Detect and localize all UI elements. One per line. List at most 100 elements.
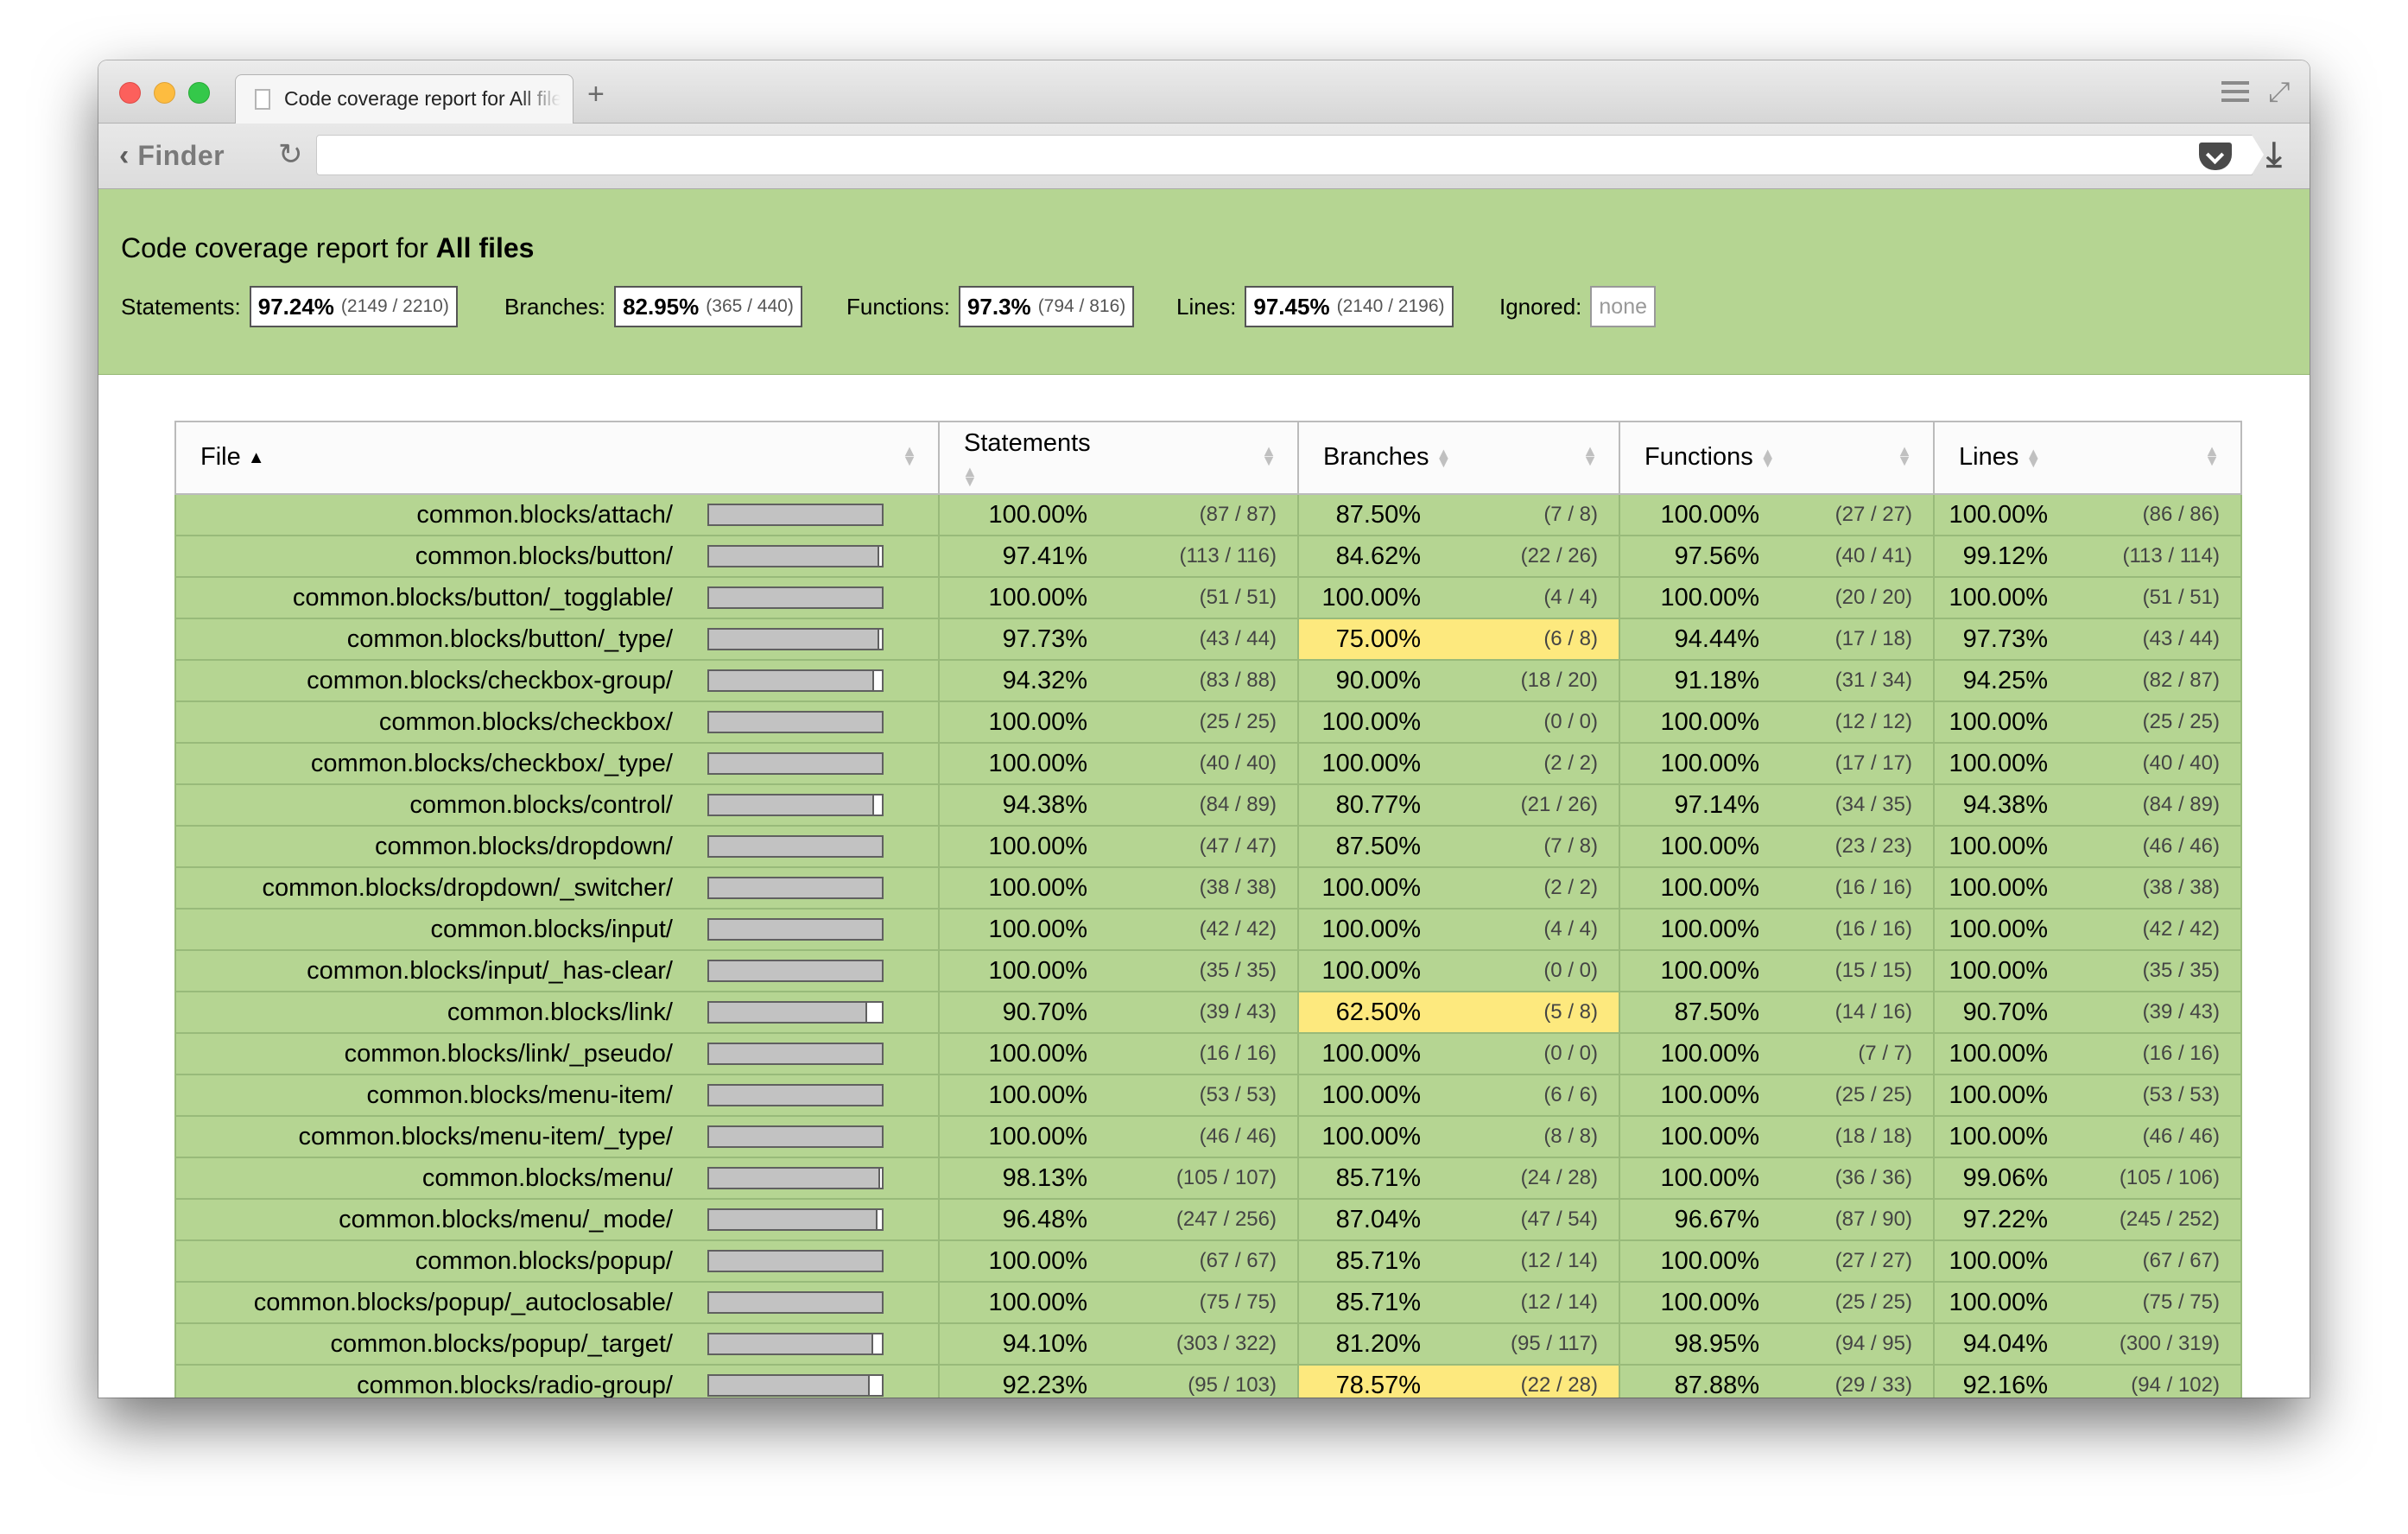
table-row: common.blocks/popup/_target/94.10% (303 /…	[174, 1322, 2242, 1366]
coverage-bar-fill	[709, 630, 879, 649]
lines-count: (35 / 35)	[2077, 949, 2242, 992]
table-row: common.blocks/checkbox/_type/100.00% (40 …	[174, 742, 2242, 785]
header-functions[interactable]: Functions ▲ ▼ ▲ ▼	[1619, 421, 1935, 495]
close-window-button[interactable]	[119, 82, 141, 104]
functions-count: (25 / 25)	[1789, 1281, 1935, 1324]
file-link[interactable]: common.blocks/link/_pseudo/	[174, 1032, 700, 1075]
file-link[interactable]: common.blocks/checkbox/	[174, 700, 700, 744]
lines-pct: 99.12%	[1933, 535, 2077, 578]
file-link[interactable]: common.blocks/button/_type/	[174, 618, 700, 661]
lines-pct: 100.00%	[1933, 700, 2077, 744]
branches-count: (2 / 2)	[1450, 866, 1620, 910]
download-icon[interactable]: ⤓	[2266, 136, 2282, 174]
lines-pct: 99.06%	[1933, 1157, 2077, 1200]
coverage-bar-cell	[700, 991, 940, 1034]
file-link[interactable]: common.blocks/input/	[174, 908, 700, 951]
lines-count: (39 / 43)	[2077, 991, 2242, 1034]
branches-count: (0 / 0)	[1450, 949, 1620, 992]
summary-box: 97.3% (794 / 816)	[958, 286, 1135, 327]
file-link[interactable]: common.blocks/menu/_mode/	[174, 1198, 700, 1241]
address-bar[interactable]	[316, 135, 2264, 175]
statements-count: (67 / 67)	[1117, 1239, 1299, 1283]
file-link[interactable]: common.blocks/checkbox/_type/	[174, 742, 700, 785]
coverage-bar	[707, 1208, 884, 1231]
browser-tab[interactable]: Code coverage report for All files	[235, 74, 573, 124]
sort-icon: ▲ ▼	[902, 442, 917, 469]
lines-pct: 92.16%	[1933, 1364, 2077, 1398]
coverage-bar-fill	[709, 961, 882, 980]
reload-icon[interactable]: ↻	[278, 137, 303, 172]
functions-pct: 91.18%	[1619, 659, 1789, 702]
summary-box: 82.95% (365 / 440)	[614, 286, 802, 327]
lines-count: (53 / 53)	[2077, 1074, 2242, 1117]
table-row: common.blocks/checkbox-group/94.32% (83 /…	[174, 659, 2242, 702]
branches-count: (47 / 54)	[1450, 1198, 1620, 1241]
coverage-bar	[707, 669, 884, 692]
file-link[interactable]: common.blocks/popup/_autoclosable/	[174, 1281, 700, 1324]
table-row: common.blocks/link/_pseudo/100.00% (16 / …	[174, 1032, 2242, 1075]
file-link[interactable]: common.blocks/dropdown/	[174, 825, 700, 868]
coverage-bar-cell	[700, 535, 940, 578]
statements-pct: 100.00%	[938, 1074, 1117, 1117]
functions-pct: 100.00%	[1619, 576, 1789, 619]
file-link[interactable]: common.blocks/button/	[174, 535, 700, 578]
branches-count: (12 / 14)	[1450, 1239, 1620, 1283]
coverage-bar	[707, 877, 884, 899]
statements-count: (75 / 75)	[1117, 1281, 1299, 1324]
functions-count: (15 / 15)	[1789, 949, 1935, 992]
statements-pct: 94.38%	[938, 783, 1117, 827]
fullscreen-icon[interactable]: ⤢	[2268, 76, 2291, 109]
file-link[interactable]: common.blocks/menu-item/_type/	[174, 1115, 700, 1158]
header-statements[interactable]: Statements ▲ ▼ ▲ ▼	[938, 421, 1299, 495]
page-title-scope: All files	[435, 232, 535, 263]
statements-pct: 97.41%	[938, 535, 1117, 578]
coverage-bar	[707, 1001, 884, 1024]
minimize-window-button[interactable]	[154, 82, 175, 104]
coverage-bar	[707, 1084, 884, 1106]
file-link[interactable]: common.blocks/popup/	[174, 1239, 700, 1283]
hamburger-menu-icon[interactable]	[2221, 81, 2249, 102]
coverage-bar-fill	[709, 713, 882, 732]
coverage-bar-fill	[709, 1169, 880, 1188]
file-link[interactable]: common.blocks/button/_togglable/	[174, 576, 700, 619]
statements-pct: 100.00%	[938, 866, 1117, 910]
file-link[interactable]: common.blocks/link/	[174, 991, 700, 1034]
file-link[interactable]: common.blocks/popup/_target/	[174, 1322, 700, 1366]
sort-icon: ▲ ▼	[1435, 445, 1452, 472]
coverage-bar-cell	[700, 1322, 940, 1366]
statements-count: (25 / 25)	[1117, 700, 1299, 744]
file-link[interactable]: common.blocks/checkbox-group/	[174, 659, 700, 702]
file-link[interactable]: common.blocks/control/	[174, 783, 700, 827]
back-button[interactable]: ‹ Finder	[119, 139, 225, 172]
file-link[interactable]: common.blocks/menu/	[174, 1157, 700, 1200]
statements-pct: 98.13%	[938, 1157, 1117, 1200]
file-link[interactable]: common.blocks/attach/	[174, 493, 700, 536]
coverage-bar-fill	[709, 1376, 870, 1395]
functions-pct: 100.00%	[1619, 1115, 1789, 1158]
functions-count: (34 / 35)	[1789, 783, 1935, 827]
coverage-bar-fill	[709, 505, 882, 524]
coverage-bar	[707, 835, 884, 858]
title-bar: Code coverage report for All files + ⤢	[98, 60, 2310, 124]
file-link[interactable]: common.blocks/input/_has-clear/	[174, 949, 700, 992]
coverage-bar-cell	[700, 1198, 940, 1241]
coverage-bar-cell	[700, 1281, 940, 1324]
summary-functions: Functions: 97.3% (794 / 816)	[846, 284, 1135, 329]
header-lines[interactable]: Lines ▲ ▼ ▲ ▼	[1933, 421, 2242, 495]
new-tab-button[interactable]: +	[587, 78, 605, 111]
header-file[interactable]: File ▲ ▲ ▼	[174, 421, 940, 495]
file-link[interactable]: common.blocks/radio-group/	[174, 1364, 700, 1398]
file-link[interactable]: common.blocks/menu-item/	[174, 1074, 700, 1117]
lines-pct: 100.00%	[1933, 949, 2077, 992]
zoom-window-button[interactable]	[188, 82, 210, 104]
browser-window: Code coverage report for All files + ⤢ ‹…	[98, 60, 2310, 1398]
summary-box: 97.45% (2140 / 2196)	[1245, 286, 1454, 327]
coverage-bar	[707, 586, 884, 609]
coverage-bar-cell	[700, 783, 940, 827]
coverage-bar-cell	[700, 866, 940, 910]
statements-pct: 100.00%	[938, 825, 1117, 868]
functions-count: (12 / 12)	[1789, 700, 1935, 744]
file-link[interactable]: common.blocks/dropdown/_switcher/	[174, 866, 700, 910]
branches-count: (12 / 14)	[1450, 1281, 1620, 1324]
header-branches[interactable]: Branches ▲ ▼ ▲ ▼	[1297, 421, 1620, 495]
